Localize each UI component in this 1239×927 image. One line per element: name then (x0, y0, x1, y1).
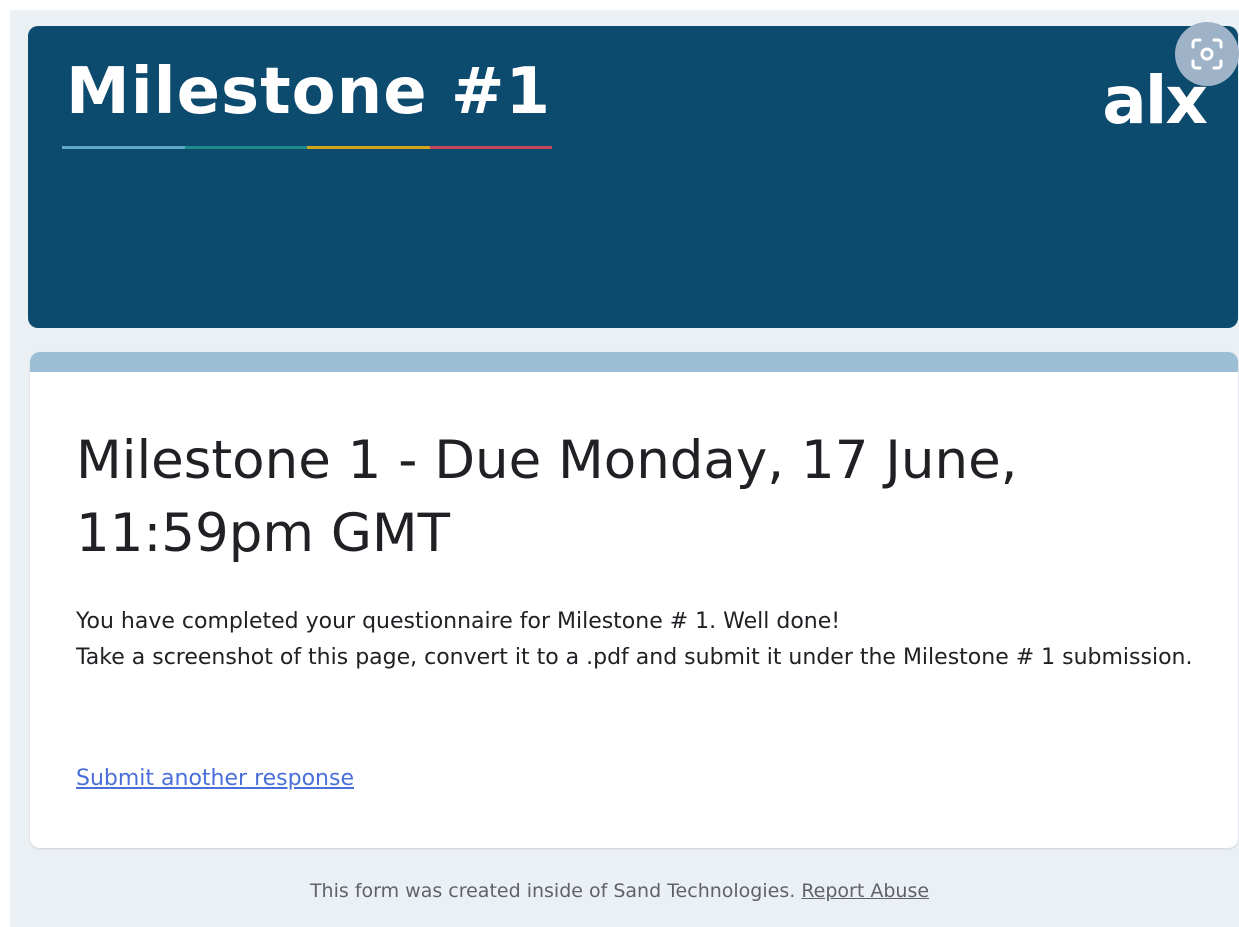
report-abuse-link[interactable]: Report Abuse (801, 880, 929, 902)
form-heading: Milestone 1 - Due Monday, 17 June, 11:59… (76, 430, 1018, 564)
confirmation-card: Milestone 1 - Due Monday, 17 June, 11:59… (30, 352, 1238, 848)
card-accent-bar (30, 352, 1238, 372)
underline-segment-2 (184, 146, 307, 149)
underline-segment-1 (62, 146, 185, 149)
confirmation-line-1: You have completed your questionnaire fo… (76, 609, 841, 634)
header-banner: Milestone #1 alx (28, 26, 1238, 328)
footer-text: This form was created inside of Sand Tec… (309, 880, 796, 902)
google-lens-button[interactable] (1175, 22, 1239, 86)
underline-segment-4 (429, 146, 552, 149)
title-underline (62, 146, 552, 149)
google-lens-icon (1191, 38, 1223, 70)
submit-another-response-link[interactable]: Submit another response (76, 766, 354, 791)
confirmation-message: You have completed your questionnaire fo… (76, 604, 1196, 676)
underline-segment-3 (307, 146, 430, 149)
header-title: Milestone #1 (66, 55, 552, 129)
footer: This form was created inside of Sand Tec… (0, 880, 1239, 902)
confirmation-line-2: Take a screenshot of this page, convert … (76, 645, 1193, 670)
